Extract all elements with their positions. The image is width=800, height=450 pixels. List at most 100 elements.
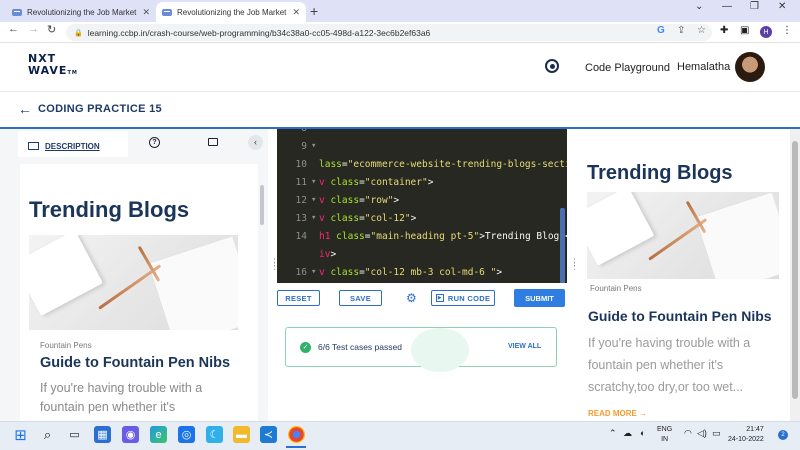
maximize-button[interactable]: ❐ — [750, 1, 759, 12]
code-line[interactable]: v class="row"> — [319, 195, 399, 206]
read-more-link[interactable]: READ MORE → — [588, 409, 647, 418]
forward-icon[interactable]: → — [28, 23, 39, 35]
close-tab-icon[interactable]: ✕ — [292, 7, 300, 18]
discussion-chat-icon[interactable] — [208, 138, 218, 146]
language-indicator[interactable]: ENG IN — [657, 425, 672, 445]
code-line[interactable]: v class="col-12 mb-3 col-md-6 "> — [319, 267, 502, 278]
fold-arrow-icon[interactable]: ▾ — [311, 177, 316, 187]
description-icon — [28, 142, 39, 150]
file-explorer-icon[interactable]: ▬ — [233, 426, 250, 443]
google-icon[interactable]: G — [657, 25, 665, 36]
profile-avatar[interactable]: H — [760, 26, 772, 38]
code-token: > — [410, 213, 417, 224]
submit-button[interactable]: SUBMIT — [514, 289, 565, 307]
battery-icon[interactable]: ▭ — [712, 428, 721, 439]
back-icon[interactable]: ← — [8, 23, 19, 35]
check-circle-icon: ✓ — [300, 342, 311, 353]
task-view-icon[interactable]: ▭ — [66, 426, 83, 443]
code-token: "row" — [364, 195, 394, 206]
edge-icon[interactable]: e — [150, 426, 167, 443]
code-line[interactable]: lass="ecommerce-website-trending-blogs-s… — [319, 159, 567, 170]
fold-arrow-icon[interactable]: ▾ — [311, 267, 316, 277]
preview-card-title: Guide to Fountain Pen Nibs — [40, 355, 231, 371]
address-bar[interactable]: 🔒 learning.ccbp.in/crash-course/web-prog… — [66, 24, 712, 41]
output-heading: Trending Blogs — [587, 162, 733, 184]
left-scrollbar[interactable] — [260, 185, 264, 225]
code-line[interactable]: h1 class="main-heading pt-5">Trending Bl… — [319, 231, 567, 242]
nxtwave-logo[interactable]: NXT WAVETM — [28, 53, 78, 79]
tab-search-icon[interactable]: ⌄ — [695, 1, 703, 12]
scrollbar-thumb[interactable] — [792, 141, 798, 399]
windows-taskbar — [0, 421, 800, 450]
share-icon[interactable]: ⇪ — [677, 25, 685, 36]
bookmark-star-icon[interactable]: ☆ — [697, 25, 706, 36]
close-tab-icon[interactable]: ✕ — [142, 7, 150, 18]
menu-icon[interactable]: ⋮ — [782, 25, 792, 36]
code-token: "container" — [364, 177, 428, 188]
code-token: > — [427, 177, 434, 188]
vscode-icon[interactable]: ≺ — [260, 426, 277, 443]
tab-description[interactable]: DESCRIPTION — [28, 136, 100, 156]
code-token: v — [319, 177, 331, 188]
headset-icon[interactable]: ◐ — [640, 428, 645, 438]
line-number: 11 — [295, 177, 307, 188]
fold-arrow-icon[interactable]: ▾ — [311, 141, 316, 151]
active-app-indicator — [286, 446, 306, 448]
fold-arrow-icon[interactable]: ▾ — [311, 195, 316, 205]
line-number: 9 — [301, 141, 307, 152]
volume-icon[interactable]: ◁) — [697, 428, 707, 439]
code-token: h1 — [319, 231, 337, 242]
chrome-icon[interactable] — [288, 426, 305, 443]
app-icon[interactable]: ☾ — [206, 426, 223, 443]
notification-badge[interactable]: 2 — [778, 430, 788, 440]
browser-tab[interactable]: Revolutionizing the Job Market | ✕ — [6, 2, 156, 22]
code-line[interactable]: v class="container"> — [319, 177, 433, 188]
collapse-panel-button[interactable]: ‹ — [248, 135, 263, 150]
run-code-button[interactable]: ▶ RUN CODE — [431, 290, 495, 306]
output-card-desc: If you're having trouble with a fountain… — [588, 336, 751, 394]
browser-tab-title: Revolutionizing the Job Market | — [177, 7, 289, 17]
code-playground-link[interactable]: Code Playground — [585, 62, 670, 74]
tray-chevron-icon[interactable]: ⌃ — [609, 428, 617, 439]
code-line[interactable]: v class="col-12"> — [319, 213, 416, 224]
teams-chat-icon[interactable]: ◉ — [122, 426, 139, 443]
code-editor[interactable]: 8 9 ▾ 10 lass="ecommerce-website-trending-bl… — [277, 129, 567, 283]
wifi-icon[interactable]: ◠ — [684, 428, 692, 439]
preview-category: Fountain Pens — [40, 341, 92, 350]
code-token: "main-heading pt-5" — [370, 231, 480, 242]
side-panel-icon[interactable]: ▣ — [740, 25, 749, 36]
lock-icon: 🔒 — [74, 29, 83, 37]
store-icon[interactable]: ◎ — [178, 426, 195, 443]
minimize-button[interactable]: — — [722, 1, 732, 12]
help-question-icon[interactable]: ? — [149, 137, 160, 148]
browser-tab-active[interactable]: Revolutionizing the Job Market | ✕ — [156, 2, 306, 22]
clock[interactable]: 21:47 24-10-2022 — [728, 425, 764, 445]
reset-button[interactable]: RESET — [277, 290, 320, 306]
fold-arrow-icon[interactable]: ▾ — [311, 213, 316, 223]
preview-heading: Trending Blogs — [29, 197, 190, 222]
settings-gear-icon[interactable]: ⚙ — [406, 291, 417, 305]
output-scrollbar[interactable] — [790, 129, 800, 421]
widgets-icon[interactable]: ▦ — [94, 426, 111, 443]
user-name[interactable]: Hemalatha — [677, 61, 730, 73]
save-button[interactable]: SAVE — [339, 290, 382, 306]
url-text: learning.ccbp.in/crash-course/web-progra… — [87, 27, 431, 38]
windows-start-icon[interactable]: ⊞ — [12, 426, 29, 444]
search-icon[interactable]: ⌕ — [39, 426, 56, 443]
code-token: class — [336, 231, 365, 242]
back-arrow-icon[interactable]: ← — [18, 101, 32, 117]
onedrive-icon[interactable]: ☁ — [623, 428, 632, 439]
code-token: "col-12 mb-3 col-md-6 " — [364, 267, 497, 278]
reload-icon[interactable]: ↻ — [47, 23, 56, 36]
code-token: v — [319, 213, 331, 224]
close-window-button[interactable]: ✕ — [778, 1, 786, 12]
extensions-icon[interactable]: ✚ — [720, 25, 728, 36]
code-line[interactable]: iv> — [319, 249, 336, 260]
code-token: > — [330, 249, 337, 260]
success-watermark-icon — [411, 328, 469, 372]
view-all-link[interactable]: VIEW ALL — [508, 343, 541, 350]
output-card-title: Guide to Fountain Pen Nibs — [588, 308, 772, 324]
timer-icon[interactable] — [545, 59, 559, 73]
new-tab-button[interactable]: + — [310, 3, 318, 19]
user-avatar[interactable] — [735, 52, 765, 82]
